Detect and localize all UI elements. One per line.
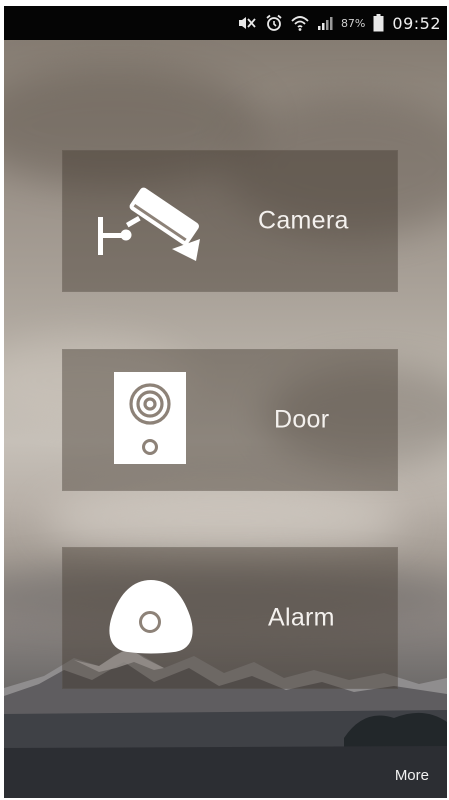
- battery-percentage: 87%: [340, 16, 366, 30]
- battery-icon: [373, 14, 384, 32]
- camera-label: Camera: [258, 206, 349, 235]
- signal-icon: [317, 15, 333, 31]
- door-label: Door: [274, 405, 330, 434]
- alarm-tile[interactable]: Alarm: [62, 547, 398, 689]
- status-bar: 87% 09:52: [4, 6, 447, 40]
- alarm-clock-icon: [265, 14, 283, 32]
- wifi-icon: [291, 14, 309, 32]
- cctv-camera-icon: [96, 177, 206, 265]
- door-tile[interactable]: Door: [62, 349, 398, 491]
- alarm-sensor-icon: [106, 578, 196, 658]
- clock: 09:52: [392, 13, 441, 33]
- camera-tile[interactable]: Camera: [62, 150, 398, 292]
- mute-icon: [237, 15, 257, 31]
- more-link[interactable]: More: [395, 767, 429, 784]
- background-cloud: [44, 486, 404, 556]
- doorbell-icon: [114, 372, 186, 468]
- alarm-label: Alarm: [268, 603, 335, 632]
